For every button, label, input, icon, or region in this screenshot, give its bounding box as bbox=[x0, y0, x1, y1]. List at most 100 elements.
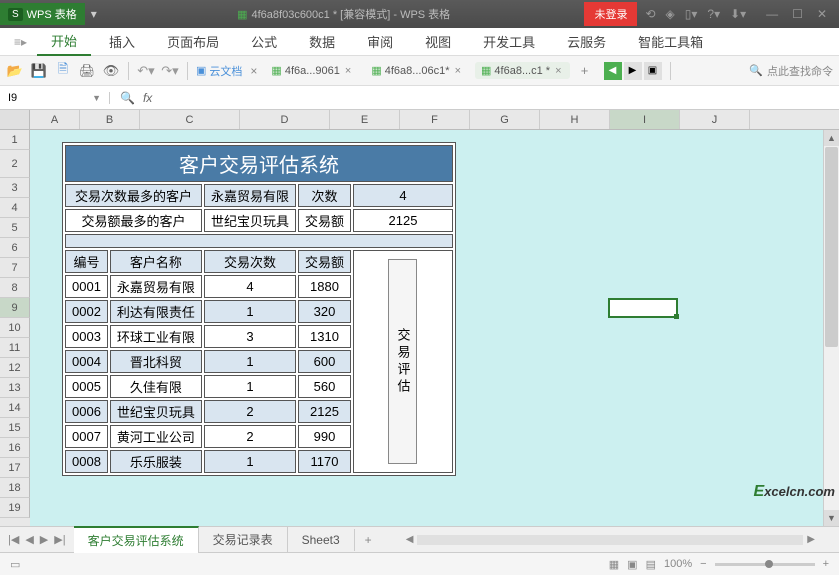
view-page-icon[interactable]: ▣ bbox=[627, 558, 637, 571]
fx-label[interactable]: fx bbox=[143, 91, 152, 105]
row-header[interactable]: 10 bbox=[0, 318, 30, 338]
row-header[interactable]: 6 bbox=[0, 238, 30, 258]
col-header-a[interactable]: A bbox=[30, 110, 80, 129]
row-header[interactable]: 12 bbox=[0, 358, 30, 378]
new-icon[interactable]: 🗎 bbox=[54, 62, 72, 80]
row-header[interactable]: 17 bbox=[0, 458, 30, 478]
app-menu-dropdown-icon[interactable]: ▾ bbox=[85, 7, 103, 21]
select-all-corner[interactable] bbox=[0, 110, 30, 129]
row-header[interactable]: 18 bbox=[0, 478, 30, 498]
menu-home-icon[interactable]: ≡▸ bbox=[8, 35, 33, 49]
menu-formula[interactable]: 公式 bbox=[237, 28, 291, 55]
tab-close-icon[interactable]: × bbox=[453, 65, 463, 77]
undo-icon[interactable]: ↶▾ bbox=[137, 62, 155, 80]
maximize-icon[interactable]: ☐ bbox=[792, 7, 803, 21]
col-header-c[interactable]: C bbox=[140, 110, 240, 129]
row-header[interactable]: 16 bbox=[0, 438, 30, 458]
file-tab-2[interactable]: ▦ 4f6a8...c1 * × bbox=[475, 62, 570, 79]
col-header-b[interactable]: B bbox=[80, 110, 140, 129]
cloud-close-icon[interactable]: × bbox=[248, 64, 259, 78]
view-normal-icon[interactable]: ▦ bbox=[609, 558, 619, 571]
tab-next-icon[interactable]: ▶ bbox=[624, 62, 642, 80]
sheet-first-icon[interactable]: |◀ bbox=[6, 531, 21, 548]
scroll-thumb[interactable] bbox=[825, 147, 838, 347]
file-tab-1[interactable]: ▦ 4f6a8...06c1* × bbox=[365, 62, 469, 79]
menu-insert[interactable]: 插入 bbox=[95, 28, 149, 55]
hscroll-right-icon[interactable]: ▶ bbox=[803, 534, 819, 545]
search-command[interactable]: 🔍 点此查找命令 bbox=[749, 63, 833, 79]
status-book-icon[interactable]: ▭ bbox=[10, 558, 20, 571]
sync-icon[interactable]: ⟲ bbox=[645, 7, 655, 21]
hscroll-left-icon[interactable]: ◀ bbox=[402, 534, 418, 545]
settings-dropdown-icon[interactable]: ▯▾ bbox=[685, 7, 698, 21]
formula-input[interactable] bbox=[162, 92, 839, 104]
scroll-up-icon[interactable]: ▲ bbox=[824, 130, 839, 146]
fx-search-icon[interactable]: 🔍 bbox=[120, 91, 135, 105]
hscroll-track[interactable] bbox=[417, 535, 803, 545]
row-header[interactable]: 8 bbox=[0, 278, 30, 298]
row-header[interactable]: 13 bbox=[0, 378, 30, 398]
row-header[interactable]: 9 bbox=[0, 298, 30, 318]
pin-icon[interactable]: ⬇▾ bbox=[730, 7, 746, 21]
row-header[interactable]: 14 bbox=[0, 398, 30, 418]
preview-icon[interactable]: 👁 bbox=[102, 62, 120, 80]
zoom-value[interactable]: 100% bbox=[664, 558, 692, 570]
col-header-d[interactable]: D bbox=[240, 110, 330, 129]
col-header-g[interactable]: G bbox=[470, 110, 540, 129]
row-header[interactable]: 11 bbox=[0, 338, 30, 358]
name-box-dropdown-icon[interactable]: ▼ bbox=[92, 93, 101, 103]
row-header[interactable]: 4 bbox=[0, 198, 30, 218]
diamond-icon[interactable]: ◈ bbox=[666, 7, 675, 21]
cells-area[interactable]: 客户交易评估系统 交易次数最多的客户 永嘉贸易有限 次数 4 交易额最多的客户 … bbox=[30, 130, 839, 526]
file-tab-0[interactable]: ▦ 4f6a...9061 × bbox=[265, 62, 359, 79]
sheet-next-icon[interactable]: ▶ bbox=[38, 531, 50, 548]
redo-icon[interactable]: ↷▾ bbox=[161, 62, 179, 80]
row-header[interactable]: 19 bbox=[0, 498, 30, 518]
row-header[interactable]: 7 bbox=[0, 258, 30, 278]
tab-prev-icon[interactable]: ◀ bbox=[604, 62, 622, 80]
open-folder-icon[interactable]: 📂 bbox=[6, 62, 24, 80]
menu-start[interactable]: 开始 bbox=[37, 27, 91, 56]
sheet-tab-1[interactable]: 交易记录表 bbox=[199, 527, 288, 552]
print-icon[interactable]: 🖨 bbox=[78, 62, 96, 80]
tab-list-icon[interactable]: ▣ bbox=[644, 62, 662, 80]
row-header[interactable]: 2 bbox=[0, 150, 30, 178]
menu-view[interactable]: 视图 bbox=[411, 28, 465, 55]
menu-dev-tools[interactable]: 开发工具 bbox=[469, 28, 549, 55]
row-header[interactable]: 3 bbox=[0, 178, 30, 198]
row-header[interactable]: 15 bbox=[0, 418, 30, 438]
menu-data[interactable]: 数据 bbox=[295, 28, 349, 55]
col-header-e[interactable]: E bbox=[330, 110, 400, 129]
zoom-out-icon[interactable]: − bbox=[700, 558, 706, 570]
eval-button[interactable]: 交易评估 bbox=[388, 259, 417, 464]
row-header[interactable]: 5 bbox=[0, 218, 30, 238]
zoom-in-icon[interactable]: + bbox=[823, 558, 829, 570]
close-icon[interactable]: ✕ bbox=[817, 7, 827, 21]
vertical-scrollbar[interactable]: ▲ ▼ bbox=[823, 130, 839, 526]
add-sheet-icon[interactable]: + bbox=[355, 529, 382, 551]
login-button[interactable]: 未登录 bbox=[584, 2, 637, 26]
menu-page-layout[interactable]: 页面布局 bbox=[153, 28, 233, 55]
sheet-tab-2[interactable]: Sheet3 bbox=[288, 529, 355, 551]
spreadsheet-grid[interactable]: A B C D E F G H I J 1 2 3 4 5 6 7 8 9 10… bbox=[0, 110, 839, 526]
help-icon[interactable]: ?▾ bbox=[707, 7, 720, 21]
col-header-i[interactable]: I bbox=[610, 110, 680, 129]
menu-cloud[interactable]: 云服务 bbox=[553, 28, 620, 55]
minimize-icon[interactable]: — bbox=[766, 7, 778, 21]
row-header[interactable]: 1 bbox=[0, 130, 30, 150]
name-box[interactable]: I9 ▼ bbox=[0, 92, 110, 104]
sheet-tab-0[interactable]: 客户交易评估系统 bbox=[74, 526, 199, 553]
save-icon[interactable]: 💾 bbox=[30, 62, 48, 80]
menu-review[interactable]: 审阅 bbox=[353, 28, 407, 55]
view-break-icon[interactable]: ▤ bbox=[646, 558, 656, 571]
col-header-f[interactable]: F bbox=[400, 110, 470, 129]
tab-close-icon[interactable]: × bbox=[553, 65, 563, 77]
horizontal-scrollbar[interactable]: ◀ ▶ bbox=[382, 534, 839, 545]
tab-close-icon[interactable]: × bbox=[343, 65, 353, 77]
add-tab-icon[interactable]: + bbox=[576, 62, 594, 80]
sheet-last-icon[interactable]: ▶| bbox=[52, 531, 67, 548]
col-header-h[interactable]: H bbox=[540, 110, 610, 129]
scroll-down-icon[interactable]: ▼ bbox=[824, 510, 839, 526]
cloud-doc-button[interactable]: ▣ 云文档 bbox=[196, 63, 242, 79]
col-header-j[interactable]: J bbox=[680, 110, 750, 129]
